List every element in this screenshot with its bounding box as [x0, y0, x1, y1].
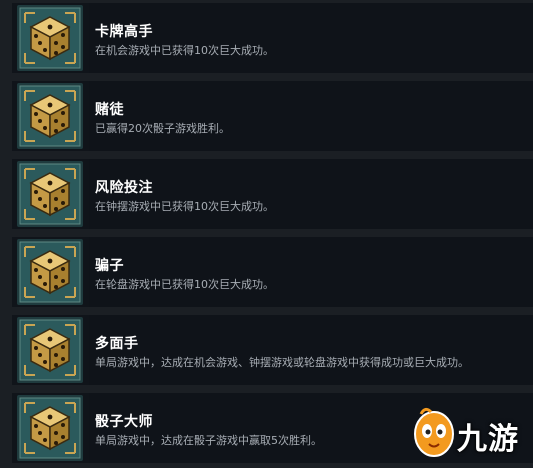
- dice-icon: [17, 317, 83, 383]
- achievement-description: 单局游戏中，达成在骰子游戏中赢取5次胜利。: [95, 434, 322, 447]
- achievement-description: 在钟摆游戏中已获得10次巨大成功。: [95, 200, 274, 213]
- watermark-text: 九游: [457, 422, 519, 457]
- achievement-title: 赌徒: [95, 102, 124, 118]
- jiuyou-watermark: 九游: [411, 404, 529, 460]
- achievement-row[interactable]: 多面手 单局游戏中，达成在机会游戏、钟摆游戏或轮盘游戏中获得成功或巨大成功。: [12, 315, 533, 385]
- achievement-title: 骗子: [95, 258, 124, 274]
- dice-icon: [17, 161, 83, 227]
- achievement-title: 骰子大师: [95, 414, 153, 430]
- achievement-description: 单局游戏中，达成在机会游戏、钟摆游戏或轮盘游戏中获得成功或巨大成功。: [95, 356, 469, 369]
- dice-icon: [17, 239, 83, 305]
- achievement-text: 卡牌高手 在机会游戏中已获得10次巨大成功。: [89, 3, 533, 73]
- achievement-list: 卡牌高手 在机会游戏中已获得10次巨大成功。 赌徒 已赢得20次骰子游戏胜利。: [0, 0, 533, 468]
- achievement-row[interactable]: 卡牌高手 在机会游戏中已获得10次巨大成功。: [12, 3, 533, 73]
- dice-icon: [17, 83, 83, 149]
- achievement-row[interactable]: 骗子 在轮盘游戏中已获得10次巨大成功。: [12, 237, 533, 307]
- achievement-description: 已赢得20次骰子游戏胜利。: [95, 122, 230, 135]
- dice-icon: [17, 5, 83, 71]
- achievement-description: 在轮盘游戏中已获得10次巨大成功。: [95, 278, 274, 291]
- achievement-text: 赌徒 已赢得20次骰子游戏胜利。: [89, 81, 533, 151]
- achievement-text: 多面手 单局游戏中，达成在机会游戏、钟摆游戏或轮盘游戏中获得成功或巨大成功。: [89, 315, 533, 385]
- achievement-row[interactable]: 赌徒 已赢得20次骰子游戏胜利。: [12, 81, 533, 151]
- achievement-text: 风险投注 在钟摆游戏中已获得10次巨大成功。: [89, 159, 533, 229]
- achievement-title: 风险投注: [95, 180, 153, 196]
- jiuyou-mascot-logo: [414, 407, 454, 457]
- achievement-title: 多面手: [95, 336, 139, 352]
- achievement-text: 骗子 在轮盘游戏中已获得10次巨大成功。: [89, 237, 533, 307]
- achievement-row[interactable]: 风险投注 在钟摆游戏中已获得10次巨大成功。: [12, 159, 533, 229]
- achievement-title: 卡牌高手: [95, 24, 153, 40]
- dice-icon: [17, 395, 83, 461]
- achievement-description: 在机会游戏中已获得10次巨大成功。: [95, 44, 274, 57]
